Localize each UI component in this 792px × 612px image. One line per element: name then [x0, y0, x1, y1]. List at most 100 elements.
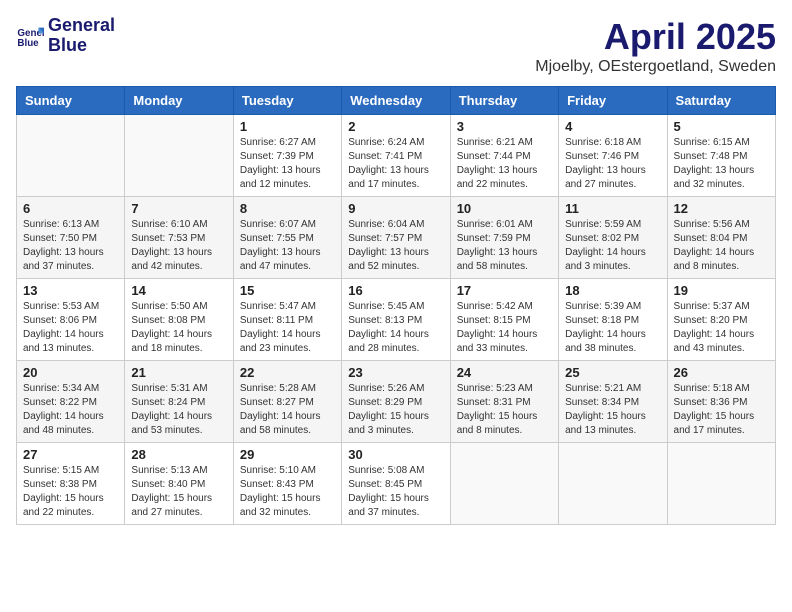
col-wednesday: Wednesday [342, 87, 450, 115]
day-number: 28 [131, 447, 226, 462]
day-info: Sunrise: 5:50 AM Sunset: 8:08 PM Dayligh… [131, 300, 226, 356]
day-number: 29 [240, 447, 335, 462]
day-info: Sunrise: 6:10 AM Sunset: 7:53 PM Dayligh… [131, 218, 226, 274]
day-info: Sunrise: 5:26 AM Sunset: 8:29 PM Dayligh… [348, 382, 443, 438]
calendar-cell: 8 Sunrise: 6:07 AM Sunset: 7:55 PM Daylig… [233, 197, 341, 279]
day-info: Sunrise: 5:59 AM Sunset: 8:02 PM Dayligh… [565, 218, 660, 274]
title-area: April 2025 Mjoelby, OEstergoetland, Swed… [535, 16, 776, 76]
day-number: 20 [23, 365, 118, 380]
calendar-cell: 1 Sunrise: 6:27 AM Sunset: 7:39 PM Daylig… [233, 115, 341, 197]
calendar-cell: 2Sunrise: 6:24 AM Sunset: 7:41 PM Daylig… [342, 115, 450, 197]
day-info: Sunrise: 6:27 AM Sunset: 7:39 PM Dayligh… [240, 136, 335, 192]
day-info: Sunrise: 6:07 AM Sunset: 7:55 PM Dayligh… [240, 218, 335, 274]
day-info: Sunrise: 5:45 AM Sunset: 8:13 PM Dayligh… [348, 300, 443, 356]
day-info: Sunrise: 6:04 AM Sunset: 7:57 PM Dayligh… [348, 218, 443, 274]
day-number: 14 [131, 283, 226, 298]
logo-icon: General Blue [16, 22, 44, 50]
col-saturday: Saturday [667, 87, 775, 115]
calendar-cell: 5 Sunrise: 6:15 AM Sunset: 7:48 PM Daylig… [667, 115, 775, 197]
day-info: Sunrise: 5:53 AM Sunset: 8:06 PM Dayligh… [23, 300, 118, 356]
calendar-table: Sunday Monday Tuesday Wednesday Thursday… [16, 86, 776, 525]
day-info: Sunrise: 6:18 AM Sunset: 7:46 PM Dayligh… [565, 136, 660, 192]
calendar-week-5: 27 Sunrise: 5:15 AM Sunset: 8:38 PM Dayli… [17, 443, 776, 525]
col-monday: Monday [125, 87, 233, 115]
day-info: Sunrise: 6:15 AM Sunset: 7:48 PM Dayligh… [674, 136, 769, 192]
day-number: 17 [457, 283, 552, 298]
day-info: Sunrise: 6:21 AM Sunset: 7:44 PM Dayligh… [457, 136, 552, 192]
col-sunday: Sunday [17, 87, 125, 115]
day-info: Sunrise: 5:28 AM Sunset: 8:27 PM Dayligh… [240, 382, 335, 438]
day-info: Sunrise: 5:23 AM Sunset: 8:31 PM Dayligh… [457, 382, 552, 438]
day-number: 26 [674, 365, 769, 380]
day-number: 13 [23, 283, 118, 298]
calendar-cell: 15Sunrise: 5:47 AM Sunset: 8:11 PM Dayli… [233, 279, 341, 361]
calendar-cell: 4 Sunrise: 6:18 AM Sunset: 7:46 PM Daylig… [559, 115, 667, 197]
calendar-cell: 17 Sunrise: 5:42 AM Sunset: 8:15 PM Dayli… [450, 279, 558, 361]
logo-line2: Blue [48, 36, 115, 56]
day-number: 8 [240, 201, 335, 216]
day-number: 25 [565, 365, 660, 380]
calendar-cell: 19Sunrise: 5:37 AM Sunset: 8:20 PM Dayli… [667, 279, 775, 361]
day-number: 4 [565, 119, 660, 134]
col-tuesday: Tuesday [233, 87, 341, 115]
day-info: Sunrise: 5:39 AM Sunset: 8:18 PM Dayligh… [565, 300, 660, 356]
day-number: 12 [674, 201, 769, 216]
day-info: Sunrise: 5:21 AM Sunset: 8:34 PM Dayligh… [565, 382, 660, 438]
calendar-cell: 21 Sunrise: 5:31 AM Sunset: 8:24 PM Dayli… [125, 361, 233, 443]
calendar-cell: 11 Sunrise: 5:59 AM Sunset: 8:02 PM Dayli… [559, 197, 667, 279]
day-number: 16 [348, 283, 443, 298]
calendar-week-1: 1 Sunrise: 6:27 AM Sunset: 7:39 PM Daylig… [17, 115, 776, 197]
calendar-cell: 22Sunrise: 5:28 AM Sunset: 8:27 PM Dayli… [233, 361, 341, 443]
day-number: 1 [240, 119, 335, 134]
header: General Blue General Blue April 2025 Mjo… [16, 16, 776, 76]
day-number: 6 [23, 201, 118, 216]
day-number: 11 [565, 201, 660, 216]
logo-line1: General [48, 16, 115, 36]
day-number: 18 [565, 283, 660, 298]
day-number: 3 [457, 119, 552, 134]
day-number: 27 [23, 447, 118, 462]
calendar-cell: 18 Sunrise: 5:39 AM Sunset: 8:18 PM Dayli… [559, 279, 667, 361]
calendar-cell [17, 115, 125, 197]
calendar-week-4: 20 Sunrise: 5:34 AM Sunset: 8:22 PM Dayli… [17, 361, 776, 443]
calendar-cell [125, 115, 233, 197]
calendar-cell: 12 Sunrise: 5:56 AM Sunset: 8:04 PM Dayli… [667, 197, 775, 279]
day-info: Sunrise: 5:42 AM Sunset: 8:15 PM Dayligh… [457, 300, 552, 356]
calendar-cell: 20 Sunrise: 5:34 AM Sunset: 8:22 PM Dayli… [17, 361, 125, 443]
day-info: Sunrise: 5:15 AM Sunset: 8:38 PM Dayligh… [23, 464, 118, 520]
day-info: Sunrise: 6:24 AM Sunset: 7:41 PM Dayligh… [348, 136, 443, 192]
day-info: Sunrise: 5:31 AM Sunset: 8:24 PM Dayligh… [131, 382, 226, 438]
calendar-cell: 7 Sunrise: 6:10 AM Sunset: 7:53 PM Daylig… [125, 197, 233, 279]
calendar-cell: 3 Sunrise: 6:21 AM Sunset: 7:44 PM Daylig… [450, 115, 558, 197]
calendar-cell: 23 Sunrise: 5:26 AM Sunset: 8:29 PM Dayli… [342, 361, 450, 443]
day-number: 24 [457, 365, 552, 380]
day-number: 21 [131, 365, 226, 380]
calendar-week-2: 6Sunrise: 6:13 AM Sunset: 7:50 PM Daylig… [17, 197, 776, 279]
day-number: 19 [674, 283, 769, 298]
calendar-cell: 16 Sunrise: 5:45 AM Sunset: 8:13 PM Dayli… [342, 279, 450, 361]
day-number: 9 [348, 201, 443, 216]
calendar-cell: 26Sunrise: 5:18 AM Sunset: 8:36 PM Dayli… [667, 361, 775, 443]
calendar-week-3: 13 Sunrise: 5:53 AM Sunset: 8:06 PM Dayli… [17, 279, 776, 361]
day-number: 10 [457, 201, 552, 216]
calendar-cell: 6Sunrise: 6:13 AM Sunset: 7:50 PM Daylig… [17, 197, 125, 279]
day-number: 30 [348, 447, 443, 462]
logo: General Blue General Blue [16, 16, 115, 56]
calendar-cell: 27 Sunrise: 5:15 AM Sunset: 8:38 PM Dayli… [17, 443, 125, 525]
day-number: 15 [240, 283, 335, 298]
calendar-cell: 13 Sunrise: 5:53 AM Sunset: 8:06 PM Dayli… [17, 279, 125, 361]
calendar-cell: 29 Sunrise: 5:10 AM Sunset: 8:43 PM Dayli… [233, 443, 341, 525]
day-info: Sunrise: 5:10 AM Sunset: 8:43 PM Dayligh… [240, 464, 335, 520]
calendar-cell: 9 Sunrise: 6:04 AM Sunset: 7:57 PM Daylig… [342, 197, 450, 279]
day-number: 23 [348, 365, 443, 380]
col-friday: Friday [559, 87, 667, 115]
day-info: Sunrise: 5:34 AM Sunset: 8:22 PM Dayligh… [23, 382, 118, 438]
day-number: 5 [674, 119, 769, 134]
calendar-cell: 30Sunrise: 5:08 AM Sunset: 8:45 PM Dayli… [342, 443, 450, 525]
day-number: 7 [131, 201, 226, 216]
calendar-cell: 28Sunrise: 5:13 AM Sunset: 8:40 PM Dayli… [125, 443, 233, 525]
day-info: Sunrise: 5:56 AM Sunset: 8:04 PM Dayligh… [674, 218, 769, 274]
day-info: Sunrise: 6:01 AM Sunset: 7:59 PM Dayligh… [457, 218, 552, 274]
calendar-title: April 2025 [535, 16, 776, 58]
calendar-cell: 24 Sunrise: 5:23 AM Sunset: 8:31 PM Dayli… [450, 361, 558, 443]
